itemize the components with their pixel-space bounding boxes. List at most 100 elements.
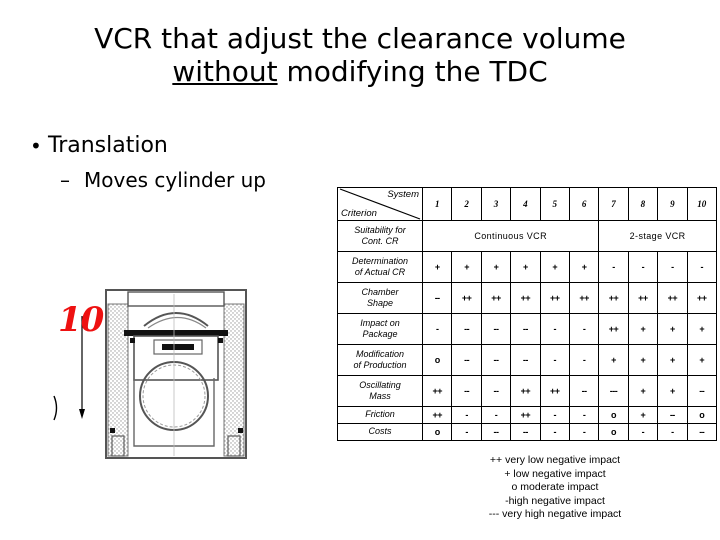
cell-r1-c8: ++ <box>627 282 659 314</box>
legend-line-4: -high negative impact <box>505 494 605 507</box>
legend-line-2: + low negative impact <box>504 467 606 480</box>
table-row: Costs o - -- -- - - o - - -- <box>337 423 717 441</box>
cell-r5-c1: ++ <box>421 406 453 424</box>
cell-r3-c9: + <box>657 344 688 376</box>
row-label-line2: of Actual CR <box>354 267 406 277</box>
title-line-2-rest: modifying the TDC <box>277 55 548 88</box>
cell-r2-c9: + <box>657 313 688 345</box>
cell-r4-c7: --- <box>598 375 629 407</box>
row-label-costs: Costs <box>337 423 423 441</box>
cell-r6-c2: - <box>451 423 482 441</box>
cell-r5-c2: - <box>451 406 482 424</box>
row-label-line1: Chamber <box>361 286 399 297</box>
corner-label-criterion: Criterion <box>341 208 377 219</box>
bullet-item-translation: Translation <box>28 132 358 160</box>
cell-r2-c4: -- <box>510 313 541 345</box>
cell-r0-c6: + <box>568 251 600 283</box>
evaluation-matrix: System Criterion 1 2 3 4 5 6 7 8 9 10 Su… <box>337 187 717 441</box>
cell-r6-c10: -- <box>686 423 717 441</box>
cell-r1-c9: ++ <box>657 282 688 314</box>
group-continuous-vcr: Continuous VCR <box>421 220 600 252</box>
column-header-7[interactable]: 7 <box>598 187 629 221</box>
piston-cylinder-figure: 10 <box>50 278 280 463</box>
cell-r4-c9: + <box>657 375 688 407</box>
legend-line-1: ++ very low negative impact <box>489 454 621 466</box>
row-label-impact-on-package: Impact on Package <box>337 313 423 345</box>
table-row: Determination of Actual CR + + + + + + -… <box>337 251 717 283</box>
table-row: Impact on Package - -- -- -- - - ++ + + … <box>337 313 717 345</box>
row-label-chamber-shape: Chamber Shape <box>337 282 423 314</box>
cell-r5-c10: o <box>686 406 717 424</box>
cell-r3-c1: o <box>421 344 453 376</box>
cell-r3-c3: -- <box>480 344 512 376</box>
row-label-line1: Modification <box>355 348 405 359</box>
cell-r6-c1: o <box>421 423 453 441</box>
cell-r5-c8: + <box>627 406 659 424</box>
figure-label-10: 10 <box>58 300 104 340</box>
row-label-line1: Determination <box>351 255 409 266</box>
table-row-suitability: Suitability for Cont. CR Continuous VCR … <box>337 220 717 252</box>
cell-r4-c4: ++ <box>510 375 541 407</box>
legend-line-5: --- very high negative impact <box>488 508 622 520</box>
cell-r2-c7: ++ <box>598 313 629 345</box>
column-header-5[interactable]: 5 <box>539 187 570 221</box>
column-header-8[interactable]: 8 <box>627 187 659 221</box>
corner-label-system: System <box>387 189 419 200</box>
cell-r6-c8: - <box>627 423 659 441</box>
title-line-2: without modifying the TDC <box>0 55 720 88</box>
cell-r4-c2: -- <box>451 375 482 407</box>
row-label-line2: Package <box>362 329 398 339</box>
cell-r1-c3: ++ <box>480 282 512 314</box>
cell-r0-c5: + <box>539 251 570 283</box>
cell-r4-c10: -- <box>686 375 717 407</box>
table-row: Friction ++ - - ++ - - o + -- o <box>337 406 717 424</box>
cell-r1-c2: ++ <box>451 282 482 314</box>
cell-r6-c7: o <box>598 423 629 441</box>
impact-legend: ++ very low negative impact + low negati… <box>400 454 710 522</box>
cell-r1-c10: ++ <box>686 282 717 314</box>
cell-r4-c3: -- <box>480 375 512 407</box>
row-label-line2: of Production <box>353 360 407 370</box>
row-label-suitability-line2: Cont. CR <box>361 236 399 246</box>
cell-r5-c4: ++ <box>510 406 541 424</box>
cell-r1-c4: ++ <box>510 282 541 314</box>
cell-r5-c9: -- <box>657 406 688 424</box>
cell-r4-c5: ++ <box>539 375 570 407</box>
table-header-row: System Criterion 1 2 3 4 5 6 7 8 9 10 <box>337 187 717 221</box>
row-label-line2: Mass <box>369 391 391 401</box>
row-label-suitability: Suitability for Cont. CR <box>337 220 423 252</box>
row-label-line1: Oscillating <box>359 379 401 390</box>
row-label-line2: Shape <box>366 298 394 308</box>
row-label-oscillating-mass: Oscillating Mass <box>337 375 423 407</box>
column-header-4[interactable]: 4 <box>510 187 541 221</box>
cell-r2-c2: -- <box>451 313 482 345</box>
cell-r3-c2: -- <box>451 344 482 376</box>
cell-r1-c1: -- <box>421 282 453 314</box>
cell-r5-c5: - <box>539 406 570 424</box>
cell-r4-c1: ++ <box>421 375 453 407</box>
cell-r1-c7: ++ <box>598 282 629 314</box>
cell-r5-c6: - <box>568 406 600 424</box>
cell-r6-c6: - <box>568 423 600 441</box>
column-header-6[interactable]: 6 <box>568 187 600 221</box>
row-label-suitability-line1: Suitability for <box>354 224 406 235</box>
column-header-9[interactable]: 9 <box>657 187 688 221</box>
cell-r0-c3: + <box>480 251 512 283</box>
legend-line-3: o moderate impact <box>511 481 599 493</box>
cell-r0-c7: - <box>598 251 629 283</box>
cell-r5-c7: o <box>598 406 629 424</box>
column-header-3[interactable]: 3 <box>480 187 512 221</box>
cell-r5-c3: - <box>480 406 512 424</box>
cell-r1-c6: ++ <box>568 282 600 314</box>
page-title: VCR that adjust the clearance volume wit… <box>0 22 720 88</box>
cell-r6-c3: -- <box>480 423 512 441</box>
cell-r3-c4: -- <box>510 344 541 376</box>
column-header-10[interactable]: 10 <box>686 187 717 221</box>
cell-r2-c5: - <box>539 313 570 345</box>
cell-r3-c10: + <box>686 344 717 376</box>
column-header-1[interactable]: 1 <box>421 187 453 221</box>
cell-r3-c5: - <box>539 344 570 376</box>
title-emphasis-without: without <box>172 55 278 88</box>
column-header-2[interactable]: 2 <box>451 187 482 221</box>
cell-r6-c9: - <box>657 423 688 441</box>
